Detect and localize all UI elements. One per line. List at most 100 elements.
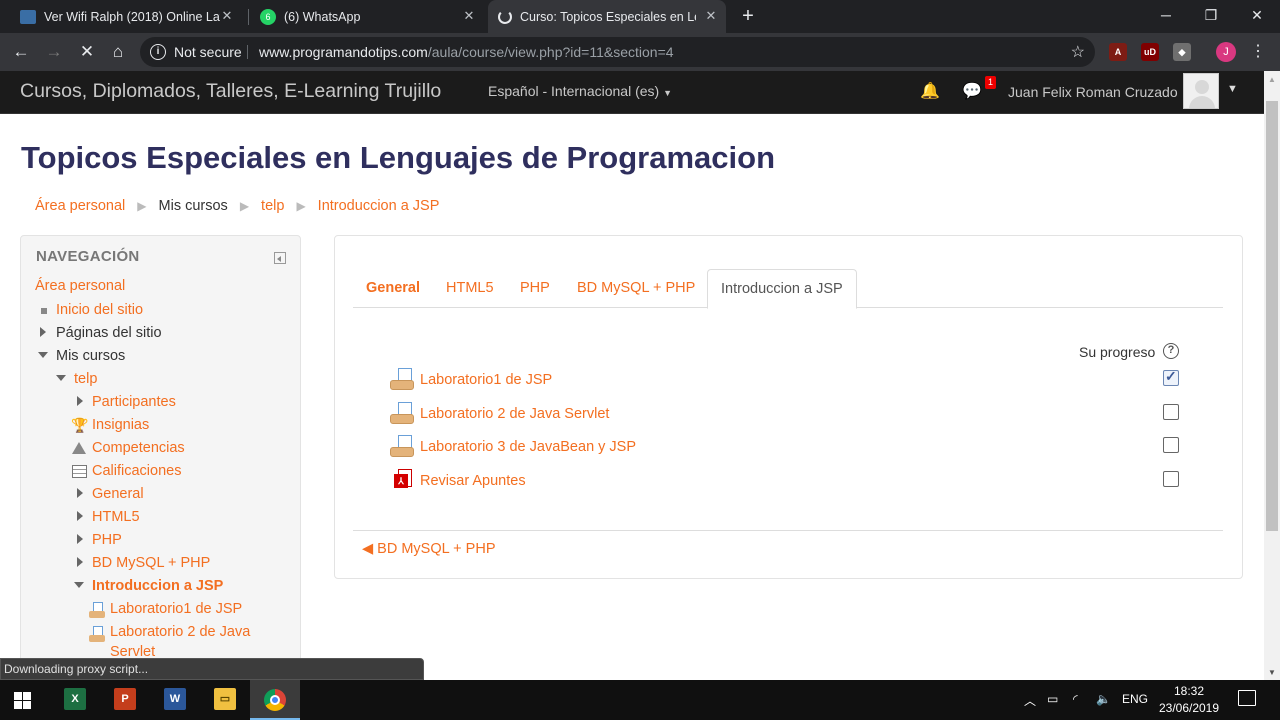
url-text[interactable]: www.programandotips.com/aula/course/view… [259, 44, 674, 60]
breadcrumb-telp[interactable]: telp [261, 198, 284, 214]
new-tab-icon[interactable]: + [738, 6, 758, 26]
browser-tab-ralph[interactable]: Ver Wifi Ralph (2018) Online Latin ✕ [10, 0, 242, 33]
windows-start-icon[interactable] [14, 692, 31, 709]
input-language[interactable]: ENG [1122, 692, 1148, 706]
nav-telp[interactable]: telp [74, 371, 97, 387]
nav-php[interactable]: PHP [92, 532, 122, 548]
expand-arrow-icon[interactable] [77, 488, 83, 498]
browser-tab-whatsapp[interactable]: 6 (6) WhatsApp ✕ [250, 0, 484, 33]
tab-introduccion-jsp[interactable]: Introduccion a JSP [707, 269, 857, 309]
expand-arrow-icon[interactable] [40, 327, 46, 337]
battery-icon[interactable]: ▭ [1047, 692, 1058, 706]
user-name[interactable]: Juan Felix Roman Cruzado [1008, 84, 1178, 100]
close-icon[interactable]: ✕ [704, 9, 718, 23]
nav-bd-mysql-php[interactable]: BD MySQL + PHP [92, 555, 210, 571]
user-avatar[interactable] [1183, 73, 1219, 109]
chrome-icon[interactable] [264, 689, 286, 711]
nav-paginas-sitio[interactable]: Páginas del sitio [56, 325, 162, 341]
scroll-down-icon[interactable]: ▼ [1268, 668, 1276, 677]
expand-arrow-icon[interactable] [77, 557, 83, 567]
nav-introduccion-jsp[interactable]: Introduccion a JSP [92, 578, 223, 594]
tab-bd-mysql-php[interactable]: BD MySQL + PHP [564, 269, 708, 308]
notifications-bell-icon[interactable]: 🔔 [920, 81, 940, 101]
nav-insignias[interactable]: Insignias [92, 417, 149, 433]
info-icon[interactable]: i [150, 44, 166, 60]
nav-participantes[interactable]: Participantes [92, 394, 176, 410]
completion-checkbox[interactable] [1163, 404, 1179, 420]
nav-inicio-sitio[interactable]: Inicio del sitio [56, 302, 143, 318]
completion-checkbox[interactable] [1163, 471, 1179, 487]
tab-title: Curso: Topicos Especiales en Leng [520, 9, 696, 24]
close-window-icon[interactable]: ✕ [1247, 5, 1267, 25]
activity-link[interactable]: Laboratorio 2 de Java Servlet [420, 406, 609, 422]
menu-icon[interactable]: ⋮ [1250, 41, 1266, 61]
clock[interactable]: 18:32 23/06/2019 [1153, 683, 1225, 717]
nav-laboratorio2-java[interactable]: Laboratorio 2 de Java [110, 624, 250, 640]
restore-icon[interactable]: ❐ [1201, 5, 1221, 25]
video-icon [20, 9, 36, 24]
pdf-extension-icon[interactable]: A [1109, 43, 1127, 61]
stop-icon[interactable]: ✕ [76, 41, 98, 63]
tab-general[interactable]: General [353, 269, 433, 308]
site-navbar: Cursos, Diplomados, Talleres, E-Learning… [0, 71, 1264, 114]
page-scrollbar[interactable]: ▲ ▼ [1264, 71, 1280, 680]
excel-icon[interactable]: X [64, 688, 86, 710]
messages-icon[interactable]: 💬 [962, 81, 982, 101]
address-bar[interactable]: i Not secure www.programandotips.com/aul… [140, 37, 1095, 67]
back-icon[interactable]: ← [10, 41, 32, 63]
collapse-arrow-icon[interactable] [38, 352, 48, 358]
chevron-up-icon[interactable]: ︿ [1024, 692, 1036, 709]
nav-mis-cursos[interactable]: Mis cursos [56, 348, 125, 364]
activity-item: ⅄ Revisar Apuntes [389, 467, 1189, 497]
breadcrumb-mis-cursos[interactable]: Mis cursos [159, 198, 228, 214]
nav-html5[interactable]: HTML5 [92, 509, 140, 525]
help-icon[interactable]: ? [1163, 343, 1179, 359]
site-brand[interactable]: Cursos, Diplomados, Talleres, E-Learning… [20, 80, 441, 103]
activity-link[interactable]: Laboratorio1 de JSP [420, 372, 552, 388]
url-path: /aula/course/view.php?id=11&section=4 [427, 44, 674, 60]
wifi-icon[interactable]: ◜ [1073, 692, 1078, 706]
tab-html5[interactable]: HTML5 [433, 269, 507, 308]
nav-calificaciones[interactable]: Calificaciones [92, 463, 181, 479]
notification-center-icon[interactable] [1238, 690, 1256, 706]
cube-extension-icon[interactable]: ◆ [1173, 43, 1191, 61]
expand-arrow-icon[interactable] [77, 396, 83, 406]
user-menu-caret-icon[interactable]: ▼ [1227, 83, 1238, 95]
activity-link[interactable]: Revisar Apuntes [420, 473, 526, 489]
activity-link[interactable]: Laboratorio 3 de JavaBean y JSP [420, 439, 636, 455]
home-icon[interactable]: ⌂ [107, 41, 129, 63]
breadcrumb-area-personal[interactable]: Área personal [35, 198, 125, 214]
powerpoint-icon[interactable]: P [114, 688, 136, 710]
scroll-thumb[interactable] [1266, 101, 1278, 531]
ublock-extension-icon[interactable]: uD [1141, 43, 1159, 61]
file-explorer-icon[interactable]: ▭ [214, 688, 236, 710]
tab-php[interactable]: PHP [507, 269, 563, 308]
bookmark-star-icon[interactable]: ☆ [1071, 42, 1085, 62]
previous-section-link[interactable]: ◀ BD MySQL + PHP [362, 541, 496, 557]
word-icon[interactable]: W [164, 688, 186, 710]
close-icon[interactable]: ✕ [462, 9, 476, 23]
caret-down-icon: ▼ [663, 88, 673, 98]
pdf-icon: ⅄ [390, 469, 414, 493]
browser-tab-course[interactable]: Curso: Topicos Especiales en Leng ✕ [488, 0, 726, 33]
collapse-arrow-icon[interactable] [74, 582, 84, 588]
nav-area-personal[interactable]: Área personal [35, 278, 125, 294]
nav-competencias[interactable]: Competencias [92, 440, 185, 456]
nav-laboratorio1-jsp[interactable]: Laboratorio1 de JSP [110, 601, 242, 617]
collapse-arrow-icon[interactable] [56, 375, 66, 381]
expand-arrow-icon[interactable] [77, 511, 83, 521]
completion-checkbox[interactable] [1163, 368, 1179, 386]
language-menu[interactable]: Español - Internacional (es) ▼ [488, 83, 672, 99]
scroll-up-icon[interactable]: ▲ [1268, 75, 1276, 84]
minimize-icon[interactable]: ─ [1156, 5, 1176, 25]
completion-checkbox[interactable] [1163, 437, 1179, 453]
close-icon[interactable]: ✕ [220, 9, 234, 23]
dock-block-icon[interactable] [274, 252, 286, 264]
forward-icon[interactable]: → [43, 41, 65, 63]
breadcrumb-section[interactable]: Introduccion a JSP [318, 198, 440, 214]
expand-arrow-icon[interactable] [77, 534, 83, 544]
volume-icon[interactable]: 🔈 [1096, 692, 1111, 706]
profile-avatar[interactable]: J [1216, 42, 1236, 62]
assignment-icon [390, 368, 414, 392]
nav-general[interactable]: General [92, 486, 144, 502]
